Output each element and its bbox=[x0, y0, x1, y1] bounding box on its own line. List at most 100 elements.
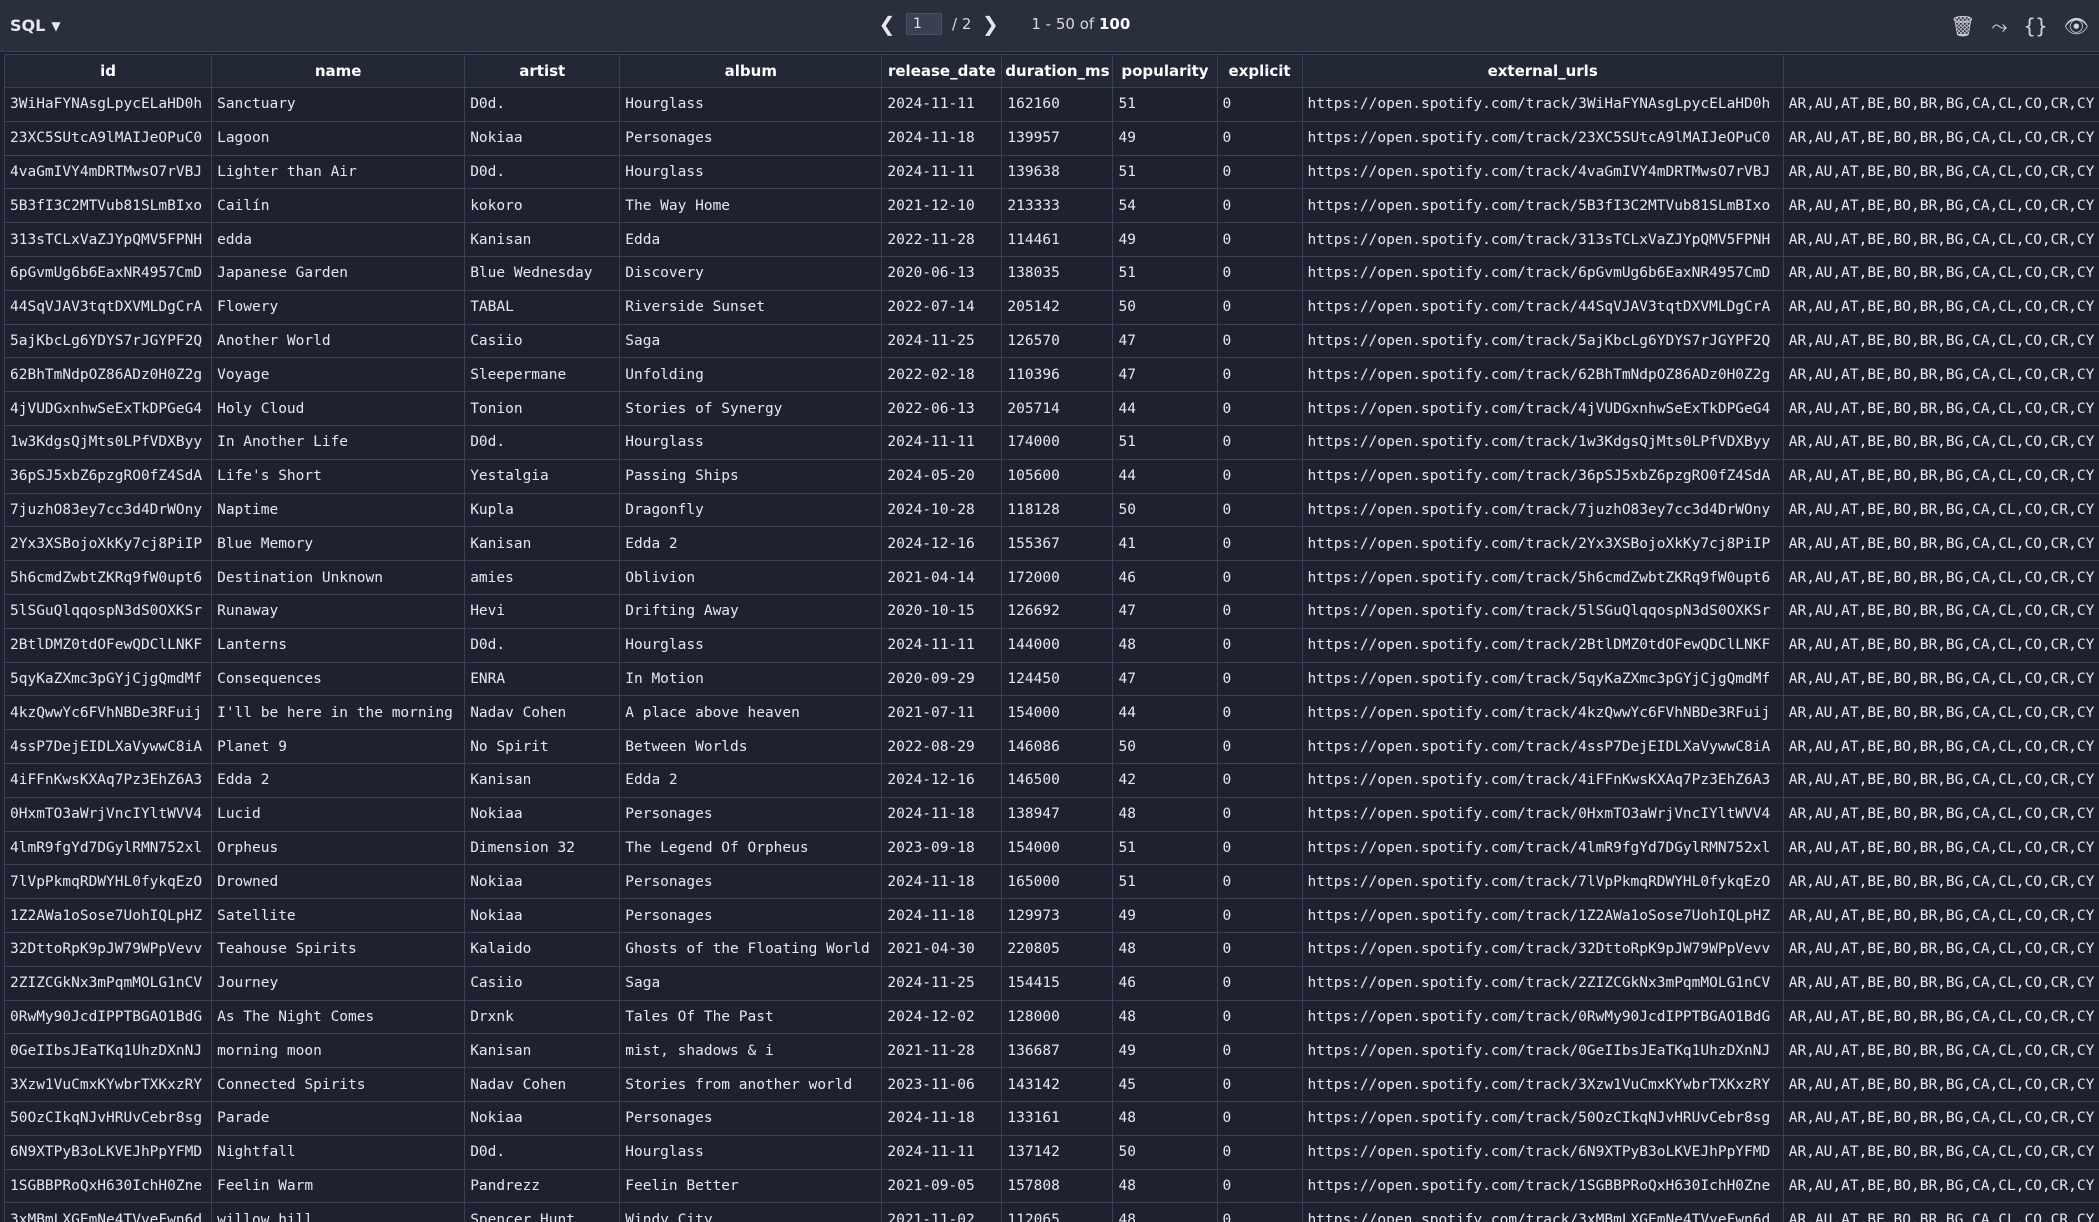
table-cell[interactable]: 51 bbox=[1112, 87, 1218, 122]
table-cell[interactable]: 50 bbox=[1112, 729, 1218, 764]
table-cell[interactable]: 2024-05-20 bbox=[881, 458, 1003, 494]
table-cell[interactable]: 0 bbox=[1216, 1067, 1303, 1102]
table-cell[interactable]: https://open.spotify.com/track/7lVpPkmqR… bbox=[1301, 864, 1784, 900]
table-cell[interactable]: AR,AU,AT,BE,BO,BR,BG,CA,CL,CO,CR,CY bbox=[1782, 560, 2099, 595]
table-cell[interactable]: AR,AU,AT,BE,BO,BR,BG,CA,CL,CO,CR,CY bbox=[1782, 729, 2099, 764]
table-cell[interactable]: Satellite bbox=[211, 898, 466, 933]
table-cell[interactable]: 50 bbox=[1112, 492, 1218, 528]
table-cell[interactable]: 2024-11-18 bbox=[881, 120, 1003, 156]
table-cell[interactable]: 0 bbox=[1216, 391, 1303, 426]
table-row[interactable]: 36pSJ5xbZ6pzgRO0fZ4SdA Life's Short Yestal… bbox=[4, 458, 2099, 494]
table-cell[interactable]: AR,AU,AT,BE,BO,BR,BG,CA,CL,CO,CR,CY bbox=[1782, 391, 2099, 426]
table-row[interactable]: 4lmR9fgYd7DGylRMN752xl Orpheus Dimension 3… bbox=[4, 830, 2099, 866]
table-cell[interactable]: 172000 bbox=[1001, 560, 1114, 595]
table-cell[interactable]: https://open.spotify.com/track/5ajKbcLg6… bbox=[1301, 323, 1784, 359]
table-cell[interactable]: 4iFFnKwsKXAq7Pz3EhZ6A3 bbox=[4, 762, 213, 798]
table-row[interactable]: 1Z2AWa1oSose7UohIQLpHZ Satellite Nokiaa Per… bbox=[4, 898, 2099, 933]
table-row[interactable]: 313sTCLxVaZJYpQMV5FPNH edda Kanisan Edda 202… bbox=[4, 222, 2099, 257]
table-cell[interactable]: Casiio bbox=[464, 965, 621, 1001]
table-cell[interactable]: 2BtlDMZ0tdOFewQDClLNKF bbox=[4, 627, 213, 663]
table-cell[interactable]: 48 bbox=[1112, 1202, 1218, 1222]
table-cell[interactable]: ENRA bbox=[464, 661, 621, 697]
table-cell[interactable]: Kanisan bbox=[464, 1033, 621, 1069]
table-cell[interactable]: Drifting Away bbox=[619, 593, 883, 629]
table-cell[interactable]: 48 bbox=[1112, 1168, 1218, 1204]
table-cell[interactable]: https://open.spotify.com/track/2BtlDMZ0t… bbox=[1301, 627, 1784, 663]
table-cell[interactable]: 1w3KdgsQjMts0LPfVDXByy bbox=[4, 424, 213, 460]
column-header[interactable] bbox=[1782, 54, 2099, 88]
sql-mode-dropdown[interactable]: SQL ▼ bbox=[10, 16, 61, 35]
table-cell[interactable]: AR,AU,AT,BE,BO,BR,BG,CA,CL,CO,CR,CY bbox=[1782, 323, 2099, 359]
table-cell[interactable]: 143142 bbox=[1001, 1067, 1114, 1102]
table-cell[interactable]: Hevi bbox=[464, 593, 621, 629]
table-cell[interactable]: https://open.spotify.com/track/7juzhO83e… bbox=[1301, 492, 1784, 528]
table-cell[interactable]: 2022-07-14 bbox=[881, 289, 1003, 325]
table-cell[interactable]: https://open.spotify.com/track/2Yx3XSBoj… bbox=[1301, 526, 1784, 562]
table-cell[interactable]: AR,AU,AT,BE,BO,BR,BG,CA,CL,CO,CR,CY bbox=[1782, 492, 2099, 528]
table-cell[interactable]: Stories from another world bbox=[619, 1067, 883, 1102]
table-cell[interactable]: 0 bbox=[1216, 154, 1303, 190]
table-cell[interactable]: AR,AU,AT,BE,BO,BR,BG,CA,CL,CO,CR,CY bbox=[1782, 458, 2099, 494]
table-cell[interactable]: 6N9XTPyB3oLKVEJhPpYFMD bbox=[4, 1134, 213, 1170]
table-cell[interactable]: 0 bbox=[1216, 255, 1303, 291]
table-cell[interactable]: Voyage bbox=[211, 357, 466, 393]
table-row[interactable]: 2ZIZCGkNx3mPqmMOLG1nCV Journey Casiio Saga 2… bbox=[4, 965, 2099, 1001]
table-cell[interactable]: AR,AU,AT,BE,BO,BR,BG,CA,CL,CO,CR,CY bbox=[1782, 87, 2099, 122]
table-cell[interactable]: AR,AU,AT,BE,BO,BR,BG,CA,CL,CO,CR,CY bbox=[1782, 796, 2099, 832]
table-cell[interactable]: D0d. bbox=[464, 627, 621, 663]
table-cell[interactable]: AR,AU,AT,BE,BO,BR,BG,CA,CL,CO,CR,CY bbox=[1782, 222, 2099, 257]
table-cell[interactable]: 51 bbox=[1112, 154, 1218, 190]
table-cell[interactable]: Tonion bbox=[464, 391, 621, 426]
table-cell[interactable]: 213333 bbox=[1001, 188, 1114, 224]
table-cell[interactable]: 23XC5SUtcA9lMAIJeOPuC0 bbox=[4, 120, 213, 156]
prev-page-button[interactable]: ❮ bbox=[878, 12, 896, 36]
table-cell[interactable]: 0 bbox=[1216, 965, 1303, 1001]
table-cell[interactable]: 44 bbox=[1112, 695, 1218, 731]
table-cell[interactable]: 0 bbox=[1216, 762, 1303, 798]
table-cell[interactable]: 162160 bbox=[1001, 87, 1114, 122]
table-cell[interactable]: 50 bbox=[1112, 1134, 1218, 1170]
table-cell[interactable]: Edda 2 bbox=[619, 526, 883, 562]
table-cell[interactable]: 5qyKaZXmc3pGYjCjgQmdMf bbox=[4, 661, 213, 697]
table-cell[interactable]: 2024-11-11 bbox=[881, 154, 1003, 190]
table-row[interactable]: 4vaGmIVY4mDRTMwsO7rVBJ Lighter than Air D0… bbox=[4, 154, 2099, 190]
column-header[interactable]: album bbox=[619, 54, 883, 88]
table-cell[interactable]: 48 bbox=[1112, 796, 1218, 832]
table-cell[interactable]: 0 bbox=[1216, 492, 1303, 528]
table-row[interactable]: 4ssP7DejEIDLXaVywwC8iA Planet 9 No Spirit B… bbox=[4, 729, 2099, 764]
table-cell[interactable]: Ghosts of the Floating World bbox=[619, 931, 883, 967]
table-cell[interactable]: 7lVpPkmqRDWYHL0fykqEzO bbox=[4, 864, 213, 900]
table-cell[interactable]: 155367 bbox=[1001, 526, 1114, 562]
table-cell[interactable]: 0 bbox=[1216, 1134, 1303, 1170]
table-cell[interactable]: Runaway bbox=[211, 593, 466, 629]
table-cell[interactable]: AR,AU,AT,BE,BO,BR,BG,CA,CL,CO,CR,CY bbox=[1782, 424, 2099, 460]
table-row[interactable]: 32DttoRpK9pJW79WPpVevv Teahouse Spirits Ka… bbox=[4, 931, 2099, 967]
table-cell[interactable]: 0 bbox=[1216, 1202, 1303, 1222]
table-cell[interactable]: 2024-11-18 bbox=[881, 864, 1003, 900]
column-header[interactable]: id bbox=[4, 54, 213, 88]
table-cell[interactable]: 137142 bbox=[1001, 1134, 1114, 1170]
table-cell[interactable]: Between Worlds bbox=[619, 729, 883, 764]
table-cell[interactable]: 126692 bbox=[1001, 593, 1114, 629]
table-cell[interactable]: Personages bbox=[619, 898, 883, 933]
table-cell[interactable]: Personages bbox=[619, 796, 883, 832]
table-cell[interactable]: 4kzQwwYc6FVhNBDe3RFuij bbox=[4, 695, 213, 731]
table-cell[interactable]: 0 bbox=[1216, 1168, 1303, 1204]
table-cell[interactable]: 0 bbox=[1216, 357, 1303, 393]
column-header[interactable]: release_date bbox=[881, 54, 1003, 88]
table-cell[interactable]: 2021-04-14 bbox=[881, 560, 1003, 595]
table-cell[interactable]: Feelin Warm bbox=[211, 1168, 466, 1204]
table-cell[interactable]: 47 bbox=[1112, 593, 1218, 629]
table-cell[interactable]: https://open.spotify.com/track/3WiHaFYNA… bbox=[1301, 87, 1784, 122]
table-cell[interactable]: Lucid bbox=[211, 796, 466, 832]
table-cell[interactable]: Edda bbox=[619, 222, 883, 257]
table-cell[interactable]: Nadav Cohen bbox=[464, 695, 621, 731]
table-cell[interactable]: 128000 bbox=[1001, 999, 1114, 1035]
table-cell[interactable]: 205142 bbox=[1001, 289, 1114, 325]
table-cell[interactable]: Destination Unknown bbox=[211, 560, 466, 595]
table-row[interactable]: 2Yx3XSBojoXkKy7cj8PiIP Blue Memory Kanisan… bbox=[4, 526, 2099, 562]
table-cell[interactable]: 112065 bbox=[1001, 1202, 1114, 1222]
table-cell[interactable]: Saga bbox=[619, 323, 883, 359]
table-cell[interactable]: 2024-11-11 bbox=[881, 627, 1003, 663]
table-cell[interactable]: 0 bbox=[1216, 1033, 1303, 1069]
